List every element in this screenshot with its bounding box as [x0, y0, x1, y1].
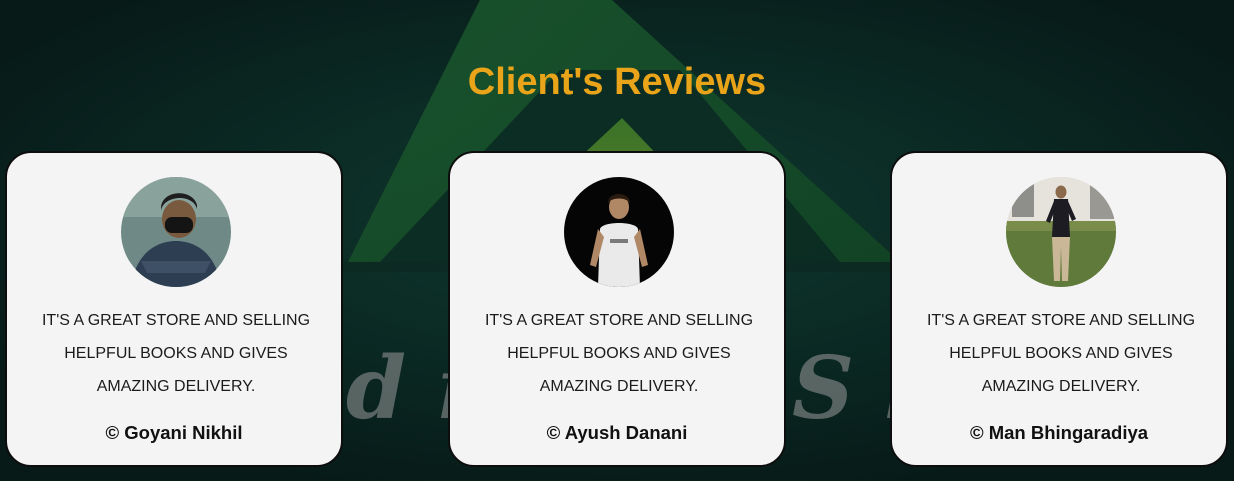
review-text: IT'S A GREAT STORE AND SELLING HELPFUL B… — [41, 312, 311, 395]
avatar — [1006, 177, 1116, 287]
reviewer-name: © Goyani Nikhil — [105, 422, 243, 443]
avatar — [564, 177, 674, 287]
review-text: IT'S A GREAT STORE AND SELLING HELPFUL B… — [926, 312, 1196, 395]
review-card: IT'S A GREAT STORE AND SELLING HELPFUL B… — [448, 151, 786, 467]
review-card: IT'S A GREAT STORE AND SELLING HELPFUL B… — [5, 151, 343, 467]
review-text: IT'S A GREAT STORE AND SELLING HELPFUL B… — [484, 312, 754, 395]
section-title: Client's Reviews — [467, 61, 767, 103]
review-card: IT'S A GREAT STORE AND SELLING HELPFUL B… — [890, 151, 1228, 467]
avatar — [121, 177, 231, 287]
reviewer-name: © Ayush Danani — [546, 422, 688, 443]
reviewer-name: © Man Bhingaradiya — [969, 422, 1149, 443]
